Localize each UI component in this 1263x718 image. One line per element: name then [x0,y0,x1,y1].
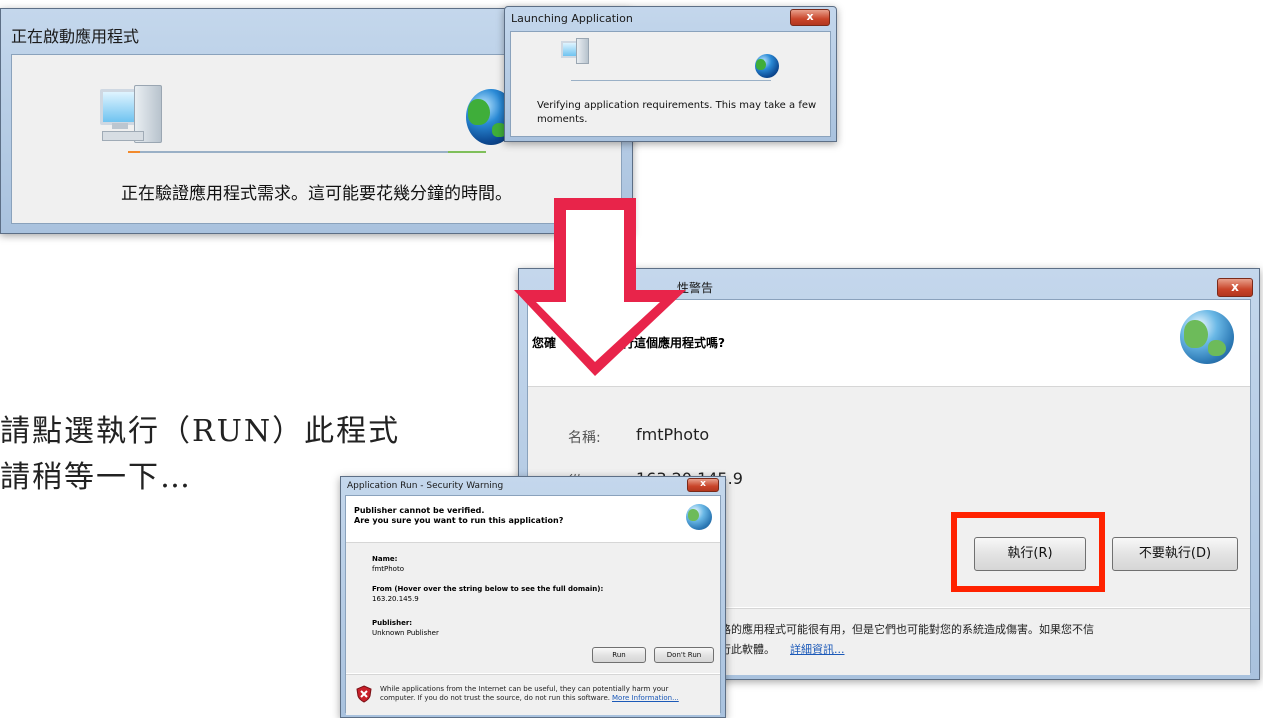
launching-message-en-1: Verifying application requirements. This… [537,100,817,111]
warning-text-en-2: computer. If you do not trust the source… [380,694,611,702]
progress-track [571,80,771,81]
security-client-en: Publisher cannot be verified. Are you su… [345,495,721,715]
instruction-line-1: 請點選執行（RUN）此程式 [0,414,401,449]
launching-window-en: Launching Application x Verifying applic… [504,6,837,142]
launching-title-en: Launching Application [511,12,633,25]
warning-text-en-1: While applications from the Internet can… [380,685,669,693]
dont-run-button-en[interactable]: Don't Run [654,647,714,663]
publisher-value-en: Unknown Publisher [372,629,439,637]
launching-client-en: Verifying application requirements. This… [510,31,831,137]
security-footer-en: While applications from the Internet can… [346,674,720,715]
instruction-line-2: 請稍等一下… [0,460,192,495]
warning-text-zh-1: 路的應用程式可能很有用，但是它們也可能對您的系統造成傷害。如果您不信 [720,623,1094,636]
launching-title-zh: 正在啟動應用程式 [11,27,140,46]
name-value-en: fmtPhoto [372,565,404,573]
warning-text-zh-2: 行此軟體。 [720,643,775,656]
publisher-unverified-text-en: Publisher cannot be verified. [354,506,485,515]
publisher-label-en: Publisher: [372,619,413,627]
name-label-zh: 名稱: [568,430,601,446]
from-label-en: From (Hover over the string below to see… [372,585,604,593]
name-value-zh: fmtPhoto [636,425,710,444]
name-label-en: Name: [372,555,398,563]
security-window-en: Application Run - Security Warning x Pub… [340,476,726,718]
close-button-launching-en[interactable]: x [790,9,830,26]
confirm-run-text-en: Are you sure you want to run this applic… [354,516,564,525]
computer-icon [561,38,591,68]
run-button-highlight [951,512,1105,592]
security-shield-globe-icon [1180,310,1234,364]
security-shield-globe-icon [686,504,712,530]
close-button-security-zh[interactable]: x [1217,278,1253,297]
security-header-en: Publisher cannot be verified. Are you su… [346,496,720,543]
launching-titlebar-en: Launching Application x [505,7,836,29]
run-button-en[interactable]: Run [592,647,646,663]
from-value-en: 163.20.145.9 [372,595,419,603]
security-title-en: Application Run - Security Warning [347,481,504,491]
down-arrow-icon [514,198,686,376]
progress-track [128,151,486,153]
security-body-en: Name: fmtPhoto From (Hover over the stri… [346,543,720,673]
more-info-link-zh[interactable]: 詳細資訊... [790,641,845,657]
security-titlebar-en: Application Run - Security Warning x [341,477,725,495]
more-info-link-en[interactable]: More Information... [612,694,679,702]
computer-icon [100,85,170,147]
globe-icon [755,54,779,78]
dont-run-button-zh[interactable]: 不要執行(D) [1112,537,1238,571]
warning-shield-icon [356,685,372,703]
launching-message-en-2: moments. [537,114,588,125]
close-button-security-en[interactable]: x [687,478,719,492]
